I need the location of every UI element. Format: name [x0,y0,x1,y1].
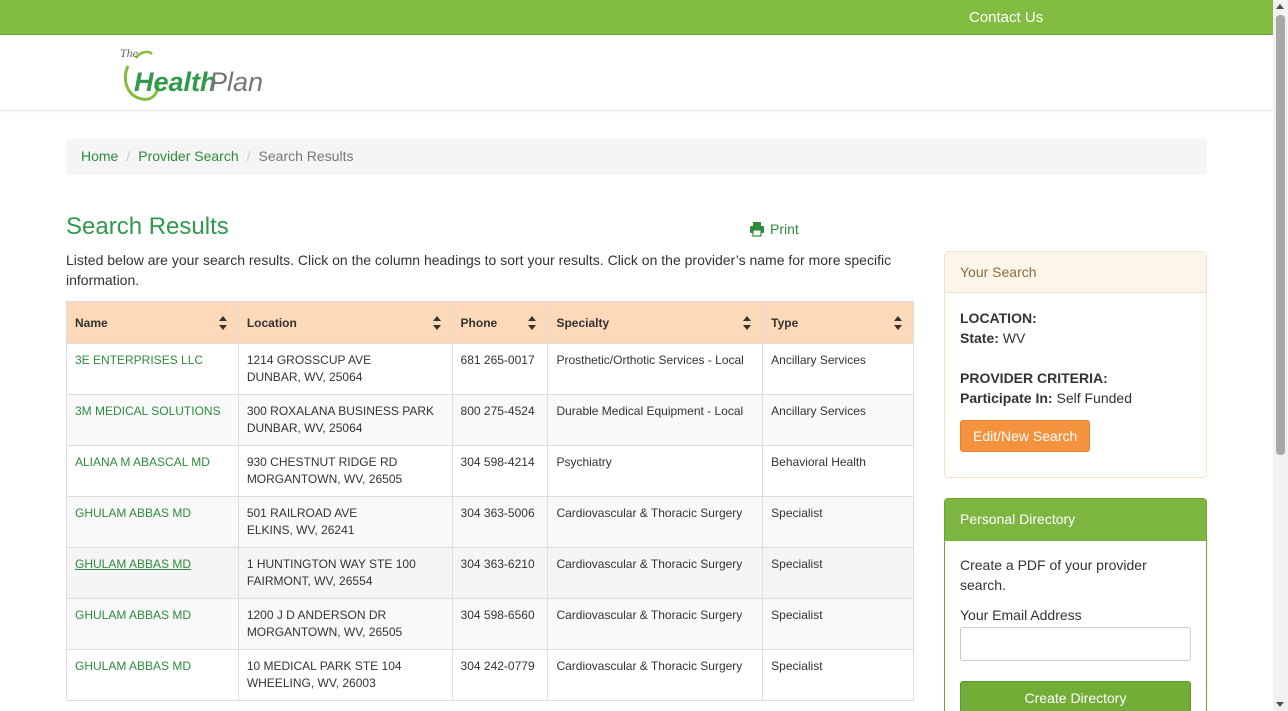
breadcrumb-home[interactable]: Home [81,148,118,164]
personal-directory-panel: Personal Directory Create a PDF of your … [944,498,1207,711]
location-label: LOCATION: [960,310,1037,326]
table-row: GHULAM ABBAS MD 501 RAILROAD AVE ELKINS, … [66,496,914,548]
table-header-row: Name Location Phone Specialty Type [66,301,914,344]
cell-phone: 304 598-6560 [451,598,549,650]
your-search-heading: Your Search [945,252,1206,293]
results-intro: Listed below are your search results. Cl… [66,252,892,288]
cell-location: 501 RAILROAD AVE ELKINS, WV, 26241 [237,496,453,548]
table-row: GHULAM ABBAS MD 10 MEDICAL PARK STE 104 W… [66,649,914,701]
cell-specialty: Cardiovascular & Thoracic Surgery [547,598,764,650]
breadcrumb-current: Search Results [258,148,354,164]
scroll-up-icon[interactable] [1276,4,1284,9]
email-field[interactable] [960,627,1191,661]
column-header-specialty[interactable]: Specialty [547,301,764,344]
scroll-down-icon[interactable] [1276,702,1284,707]
provider-name-link[interactable]: 3E ENTERPRISES LLC [75,353,203,367]
column-header-type[interactable]: Type [762,301,914,344]
cell-type: Behavioral Health [762,445,914,497]
state-criteria: State: WV [960,330,1026,346]
provider-name-link[interactable]: 3M MEDICAL SOLUTIONS [75,404,221,418]
column-header-name[interactable]: Name [66,301,239,344]
cell-phone: 304 363-5006 [451,496,549,548]
cell-name: 3E ENTERPRISES LLC [66,343,239,395]
breadcrumb-provider-search[interactable]: Provider Search [138,148,238,164]
svg-text:Plan: Plan [209,67,263,97]
cell-name: GHULAM ABBAS MD [66,496,239,548]
breadcrumb-separator: / [246,148,251,164]
sort-icon [432,316,441,330]
svg-text:Health: Health [134,67,217,97]
top-bar: Contact Us [0,0,1273,35]
cell-type: Specialist [762,496,914,548]
print-label: Print [770,221,799,237]
cell-location: 1200 J D ANDERSON DR MORGANTOWN, WV, 2650… [237,598,453,650]
cell-type: Ancillary Services [762,394,914,446]
sort-icon [894,316,902,330]
print-button[interactable]: Print [749,221,799,237]
provider-name-link[interactable]: GHULAM ABBAS MD [75,557,191,571]
breadcrumb-separator: / [126,148,131,164]
cell-location: 1 HUNTINGTON WAY STE 100 FAIRMONT, WV, 26… [237,547,453,599]
column-header-location[interactable]: Location [237,301,453,344]
cell-specialty: Cardiovascular & Thoracic Surgery [547,496,764,548]
edit-new-search-button[interactable]: Edit/New Search [960,420,1091,452]
table-row: GHULAM ABBAS MD 1200 J D ANDERSON DR MORG… [66,598,914,650]
cell-name: GHULAM ABBAS MD [66,547,239,599]
table-row: GHULAM ABBAS MD 1 HUNTINGTON WAY STE 100… [66,547,914,599]
sort-icon [218,316,227,330]
sort-icon [528,316,537,330]
cell-type: Specialist [762,547,914,599]
provider-name-link[interactable]: ALIANA M ABASCAL MD [75,455,210,469]
cell-location: 1214 GROSSCUP AVE DUNBAR, WV, 25064 [237,343,453,395]
cell-name: GHULAM ABBAS MD [66,649,239,701]
page-title: Search Results [66,213,229,240]
contact-us-link[interactable]: Contact Us [969,9,1043,26]
personal-directory-heading: Personal Directory [945,499,1206,541]
cell-phone: 304 242-0779 [451,649,549,701]
breadcrumb: Home / Provider Search / Search Results [66,139,1207,175]
results-table: Name Location Phone Specialty Type 3E EN… [66,301,914,701]
cell-specialty: Cardiovascular & Thoracic Surgery [547,649,764,701]
cell-type: Specialist [762,649,914,701]
column-header-phone[interactable]: Phone [451,301,549,344]
cell-location: 300 ROXALANA BUSINESS PARK DUNBAR, WV, 25… [237,394,453,446]
cell-phone: 800 275-4524 [451,394,549,446]
svg-text:The: The [120,46,139,60]
page-scrollbar[interactable] [1273,0,1288,711]
provider-criteria-label: PROVIDER CRITERIA: [960,370,1108,386]
health-plan-logo[interactable]: The Health Plan [118,44,263,104]
email-label: Your Email Address [960,607,1082,623]
cell-phone: 304 598-4214 [451,445,549,497]
cell-type: Ancillary Services [762,343,914,395]
cell-phone: 304 363-6210 [451,547,549,599]
provider-name-link[interactable]: GHULAM ABBAS MD [75,506,191,520]
create-directory-button[interactable]: Create Directory [960,681,1191,711]
table-row: 3M MEDICAL SOLUTIONS 300 ROXALANA BUSINE… [66,394,914,446]
table-row: 3E ENTERPRISES LLC 1214 GROSSCUP AVE DUNB… [66,343,914,395]
cell-location: 10 MEDICAL PARK STE 104 WHEELING, WV, 260… [237,649,453,701]
scrollbar-thumb[interactable] [1276,15,1285,455]
table-row: ALIANA M ABASCAL MD 930 CHESTNUT RIDGE R… [66,445,914,497]
cell-specialty: Cardiovascular & Thoracic Surgery [547,547,764,599]
sort-icon [743,316,752,330]
site-header: The Health Plan [0,35,1273,111]
cell-name: 3M MEDICAL SOLUTIONS [66,394,239,446]
provider-name-link[interactable]: GHULAM ABBAS MD [75,608,191,622]
provider-name-link[interactable]: GHULAM ABBAS MD [75,659,191,673]
cell-type: Specialist [762,598,914,650]
your-search-panel: Your Search LOCATION: State: WV PROVIDER… [944,251,1207,478]
participate-criteria: Participate In: Self Funded [960,390,1132,406]
cell-specialty: Durable Medical Equipment - Local [547,394,764,446]
cell-specialty: Psychiatry [547,445,764,497]
printer-icon [750,222,764,237]
cell-location: 930 CHESTNUT RIDGE RD MORGANTOWN, WV, 265… [237,445,453,497]
cell-phone: 681 265-0017 [451,343,549,395]
cell-name: ALIANA M ABASCAL MD [66,445,239,497]
cell-specialty: Prosthetic/Orthotic Services - Local [547,343,764,395]
directory-description: Create a PDF of your provider search. [960,557,1147,593]
cell-name: GHULAM ABBAS MD [66,598,239,650]
